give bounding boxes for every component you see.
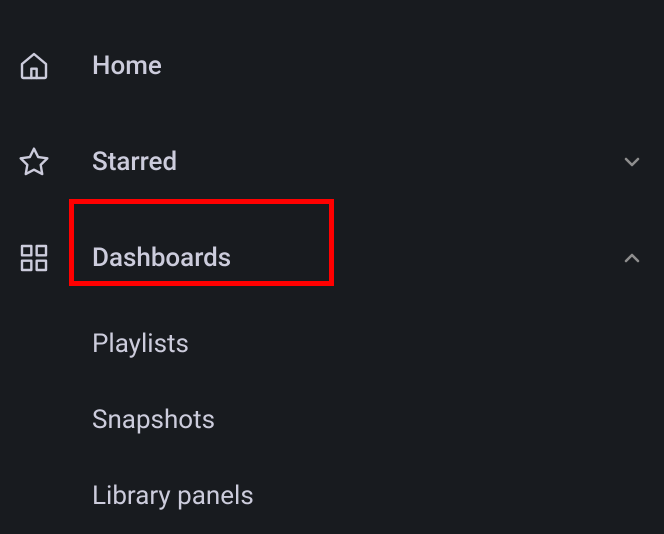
- sidebar-item-label: Starred: [92, 147, 177, 177]
- star-icon: [18, 146, 50, 178]
- sidebar-subitem-snapshots[interactable]: Snapshots: [0, 382, 664, 458]
- home-icon: [18, 50, 50, 82]
- sidebar-subitem-playlists[interactable]: Playlists: [0, 306, 664, 382]
- sidebar-subitem-label: Snapshots: [92, 405, 215, 435]
- sidebar-item-starred[interactable]: Starred: [0, 114, 664, 210]
- dashboards-subitems: Playlists Snapshots Library panels: [0, 306, 664, 534]
- sidebar: Home Starred Dashboards: [0, 0, 664, 534]
- sidebar-item-label: Dashboards: [92, 243, 231, 273]
- sidebar-subitem-library-panels[interactable]: Library panels: [0, 458, 664, 534]
- sidebar-item-dashboards[interactable]: Dashboards: [0, 210, 664, 306]
- sidebar-item-label: Home: [92, 51, 162, 81]
- sidebar-item-home[interactable]: Home: [0, 18, 664, 114]
- sidebar-subitem-label: Playlists: [92, 329, 189, 359]
- chevron-down-icon: [618, 148, 646, 176]
- dashboard-icon: [18, 242, 50, 274]
- sidebar-subitem-label: Library panels: [92, 481, 254, 511]
- chevron-up-icon: [618, 244, 646, 272]
